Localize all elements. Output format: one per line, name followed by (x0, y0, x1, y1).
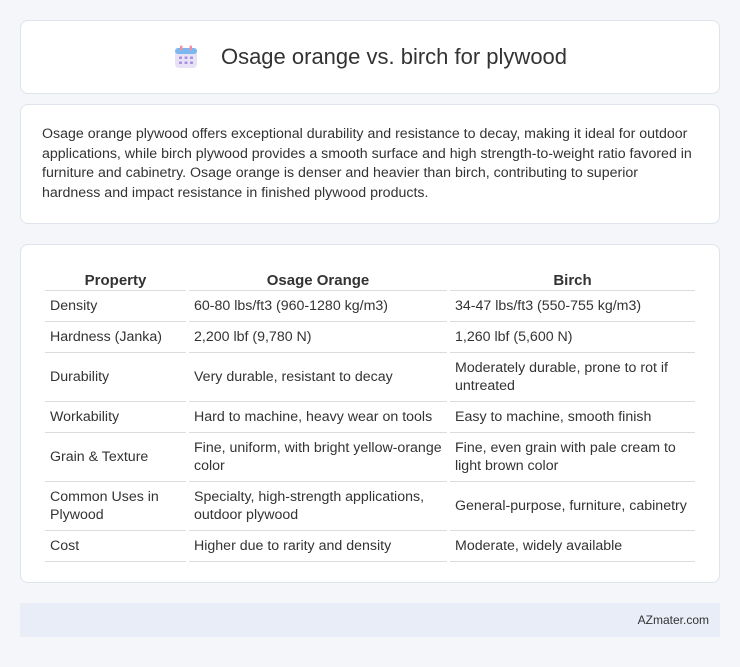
table-cell: Grain & Texture (45, 433, 186, 482)
table-cell: Moderately durable, prone to rot if untr… (450, 353, 695, 402)
table-row: Durability Very durable, resistant to de… (45, 353, 695, 402)
table-cell: Very durable, resistant to decay (189, 353, 447, 402)
table-row: Grain & Texture Fine, uniform, with brig… (45, 433, 695, 482)
comparison-table-card: Property Osage Orange Birch Density 60-8… (20, 244, 720, 583)
column-header-property: Property (45, 265, 186, 291)
table-cell: 34-47 lbs/ft3 (550-755 kg/m3) (450, 291, 695, 322)
calendar-icon (173, 44, 199, 70)
table-cell: Moderate, widely available (450, 531, 695, 562)
table-cell: 1,260 lbf (5,600 N) (450, 322, 695, 353)
column-header-birch: Birch (450, 265, 695, 291)
comparison-table: Property Osage Orange Birch Density 60-8… (42, 265, 698, 562)
table-cell: Hardness (Janka) (45, 322, 186, 353)
table-row: Hardness (Janka) 2,200 lbf (9,780 N) 1,2… (45, 322, 695, 353)
table-cell: Hard to machine, heavy wear on tools (189, 402, 447, 433)
footer-site-link[interactable]: AZmater.com (638, 613, 709, 627)
table-cell: Workability (45, 402, 186, 433)
table-cell: Higher due to rarity and density (189, 531, 447, 562)
table-row: Common Uses in Plywood Specialty, high-s… (45, 482, 695, 531)
footer-bar: AZmater.com (20, 603, 720, 637)
table-cell: Cost (45, 531, 186, 562)
summary-card: Osage orange plywood offers exceptional … (20, 104, 720, 224)
table-cell: Common Uses in Plywood (45, 482, 186, 531)
table-cell: 60-80 lbs/ft3 (960-1280 kg/m3) (189, 291, 447, 322)
column-header-osage-orange: Osage Orange (189, 265, 447, 291)
table-row: Cost Higher due to rarity and density Mo… (45, 531, 695, 562)
table-row: Workability Hard to machine, heavy wear … (45, 402, 695, 433)
title-card: Osage orange vs. birch for plywood (20, 20, 720, 94)
table-row: Density 60-80 lbs/ft3 (960-1280 kg/m3) 3… (45, 291, 695, 322)
table-cell: 2,200 lbf (9,780 N) (189, 322, 447, 353)
table-cell: Density (45, 291, 186, 322)
table-cell: Fine, uniform, with bright yellow-orange… (189, 433, 447, 482)
table-header-row: Property Osage Orange Birch (45, 265, 695, 291)
table-cell: Durability (45, 353, 186, 402)
table-cell: Fine, even grain with pale cream to ligh… (450, 433, 695, 482)
page-title: Osage orange vs. birch for plywood (220, 44, 568, 69)
table-cell: General-purpose, furniture, cabinetry (450, 482, 695, 531)
table-cell: Specialty, high-strength applications, o… (189, 482, 447, 531)
summary-text: Osage orange plywood offers exceptional … (42, 126, 692, 201)
table-cell: Easy to machine, smooth finish (450, 402, 695, 433)
